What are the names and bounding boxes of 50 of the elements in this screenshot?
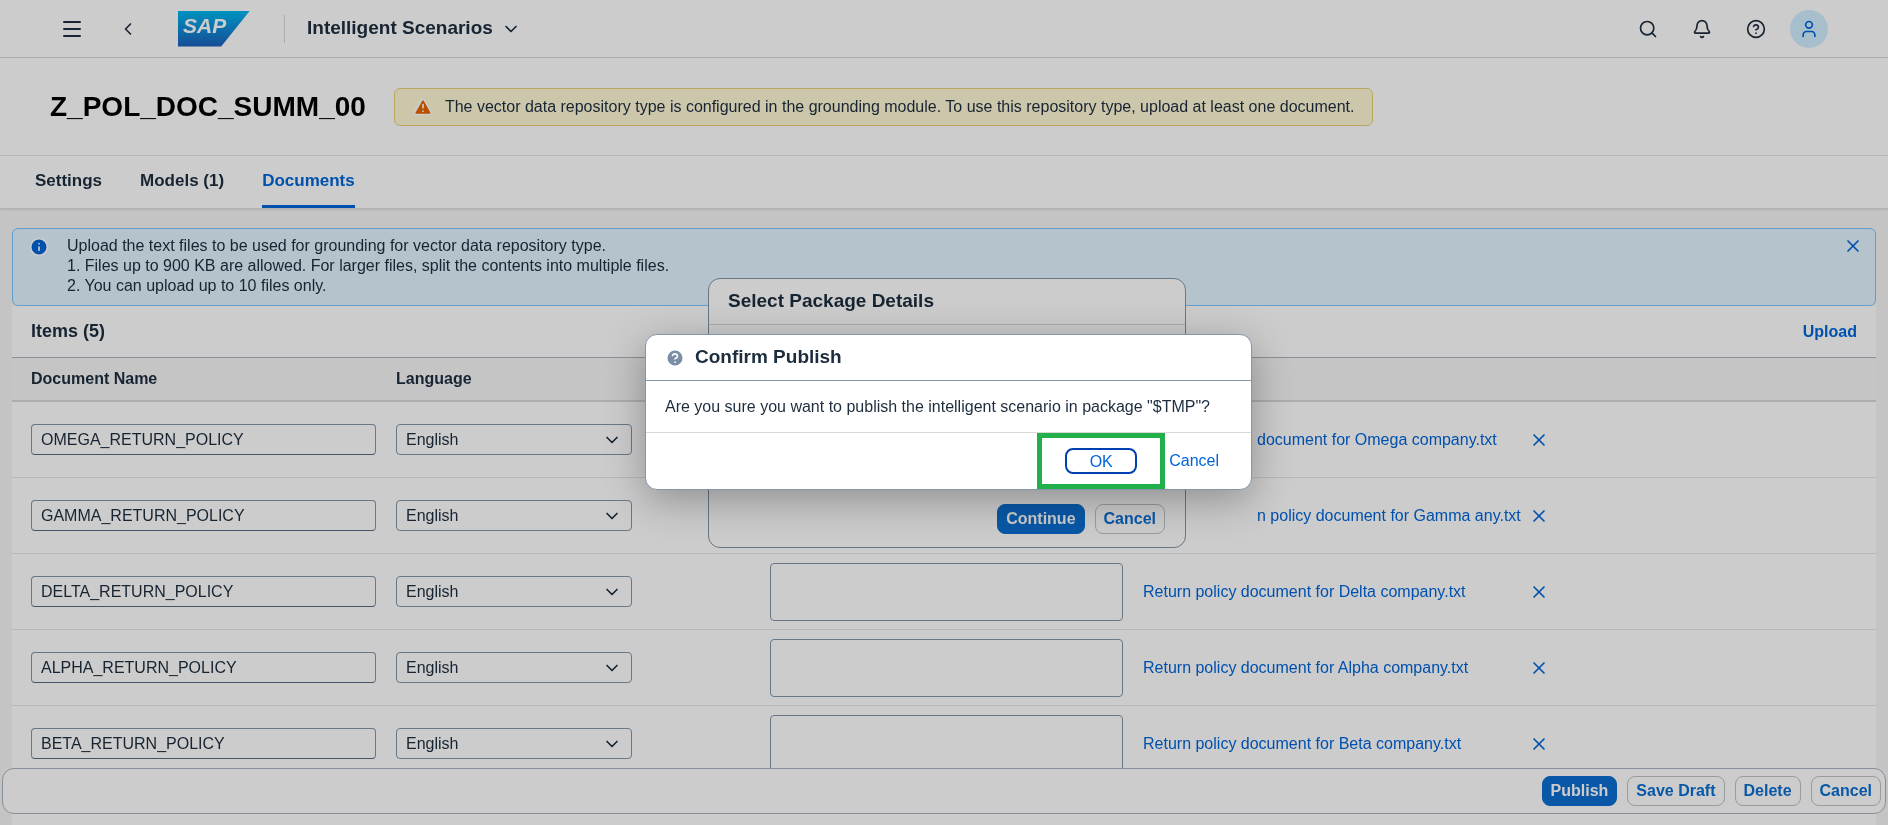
document-name-field[interactable]: OMEGA_RETURN_POLICY (31, 424, 376, 455)
file-link[interactable]: Return policy document for Beta company.txt (1143, 733, 1529, 754)
action-button[interactable]: Delete (1734, 776, 1801, 806)
cancel-button[interactable]: Cancel (1169, 449, 1219, 473)
language-select[interactable]: English (396, 652, 632, 683)
document-name-field[interactable]: GAMMA_RETURN_POLICY (31, 500, 376, 531)
description-field[interactable] (770, 638, 1123, 697)
table-title: Items (5) (31, 320, 106, 343)
warning-text: The vector data repository type is configured in the grounding module. To use this repository type, upload at least one document. (444, 96, 1355, 117)
language-select[interactable]: English (396, 576, 632, 607)
info-text: 2. You can upload up to 10 files only. (67, 276, 328, 296)
info-text: Upload the text files to be used for grounding for vector data repository type. (67, 236, 607, 256)
file-link[interactable]: document for Omega company.txt (1257, 429, 1529, 450)
document-name-field[interactable]: DELTA_RETURN_POLICY (31, 576, 376, 607)
page-title: Z_POL_DOC_SUMM_00 (50, 89, 366, 124)
ok-button[interactable]: OK (1065, 448, 1138, 474)
app-title-menu[interactable]: Intelligent Scenarios (307, 14, 521, 43)
info-icon (29, 237, 49, 257)
action-button[interactable]: Cancel (1094, 504, 1165, 534)
column-header: Document Name (31, 369, 159, 389)
file-link[interactable]: Return policy document for Delta company.txt (1143, 581, 1529, 602)
language-select[interactable]: English (396, 728, 632, 759)
bell-icon[interactable] (1692, 18, 1712, 39)
action-button[interactable]: Continue (997, 504, 1085, 534)
search-icon[interactable] (1638, 18, 1658, 39)
dialog-message: Are you sure you want to publish the intelligent scenario in package "$TMP"? (665, 396, 1210, 417)
dialog-title: Confirm Publish (695, 345, 842, 370)
language-select[interactable]: English (396, 500, 632, 531)
tab[interactable]: Models (1) (140, 156, 225, 208)
document-name-field[interactable]: BETA_RETURN_POLICY (31, 728, 376, 759)
action-button[interactable]: Publish (1541, 776, 1618, 806)
avatar[interactable] (1790, 9, 1828, 48)
help-icon[interactable] (1746, 18, 1766, 39)
warning-icon (412, 96, 433, 117)
language-select[interactable]: English (396, 424, 632, 455)
info-text: 1. Files up to 900 KB are allowed. For larger files, split the contents into multiple files. (67, 256, 671, 276)
document-name-field[interactable]: ALPHA_RETURN_POLICY (31, 652, 376, 683)
description-field[interactable] (770, 562, 1123, 621)
action-button[interactable]: Save Draft (1627, 776, 1725, 806)
file-link[interactable]: n policy document for Gamma any.txt (1257, 505, 1529, 526)
tab[interactable]: Documents (262, 156, 355, 208)
dialog-title: Select Package Details (728, 289, 934, 314)
logo: SAP (178, 10, 250, 47)
action-button[interactable]: Cancel (1810, 776, 1881, 806)
help-icon (665, 347, 685, 368)
column-header: Language (396, 369, 472, 389)
user-icon (1799, 18, 1819, 39)
tab[interactable]: Settings (35, 156, 103, 208)
upload-button[interactable]: Upload (1802, 319, 1857, 344)
file-link[interactable]: Return policy document for Alpha company.txt (1143, 657, 1529, 678)
